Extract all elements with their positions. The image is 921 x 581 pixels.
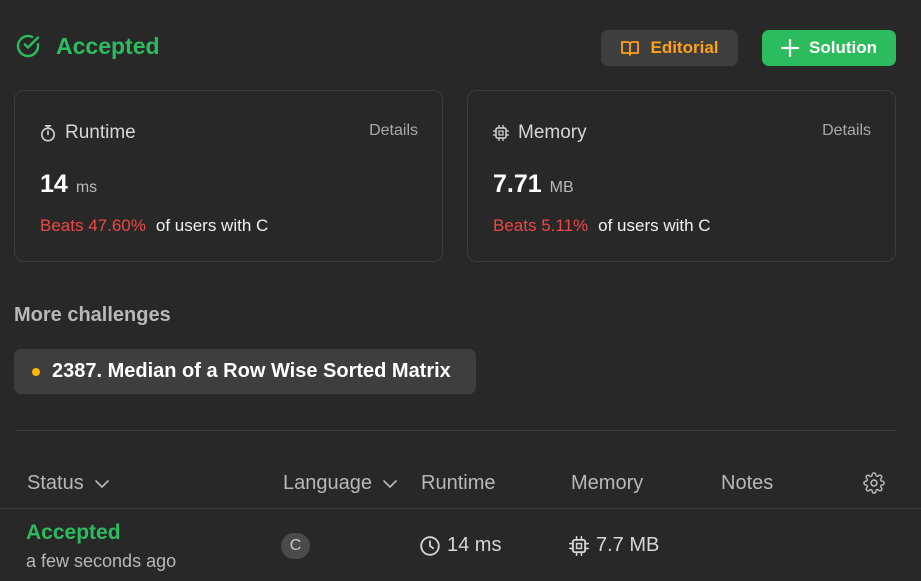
plus-icon <box>781 39 799 57</box>
runtime-details-link[interactable]: Details <box>369 122 418 140</box>
runtime-column-header: Runtime <box>421 472 495 495</box>
cpu-icon <box>569 535 589 556</box>
row-runtime: 14 ms <box>419 534 501 557</box>
runtime-beats: Beats 47.60% of users with C <box>40 216 268 236</box>
challenge-label: 2387. Median of a Row Wise Sorted Matrix <box>52 360 451 382</box>
more-challenges-title: More challenges <box>14 304 171 326</box>
memory-beats-suffix: of users with C <box>598 216 711 235</box>
runtime-unit: ms <box>75 179 98 196</box>
memory-column-header: Memory <box>571 472 643 495</box>
notes-column-header: Notes <box>721 472 773 495</box>
editorial-label: Editorial <box>650 38 719 57</box>
row-submitted-time: a few seconds ago <box>26 551 177 571</box>
solution-button[interactable]: Solution <box>762 30 896 66</box>
status-column-header[interactable]: Status <box>27 472 110 495</box>
challenge-item[interactable]: 2387. Median of a Row Wise Sorted Matrix <box>14 349 476 394</box>
memory-card: Memory Details 7.71 MB Beats 5.11% of us… <box>467 90 896 262</box>
memory-beats: Beats 5.11% of users with C <box>493 216 711 236</box>
memory-header-label: Memory <box>571 472 644 494</box>
runtime-title: Runtime <box>65 122 136 143</box>
memory-unit: MB <box>549 179 574 196</box>
settings-button[interactable] <box>863 472 885 499</box>
memory-title: Memory <box>518 122 587 143</box>
runtime-card: Runtime Details 14 ms Beats 47.60% of us… <box>14 90 443 262</box>
row-memory: 7.7 MB <box>568 534 659 557</box>
chevron-down-icon <box>383 479 397 488</box>
editorial-button[interactable]: Editorial <box>601 30 738 66</box>
section-divider <box>15 430 896 431</box>
runtime-beats-percent: Beats 47.60% <box>40 216 146 235</box>
table-header-divider <box>0 508 921 509</box>
chevron-down-icon <box>94 479 109 488</box>
solution-label: Solution <box>809 38 877 57</box>
memory-value: 7.71 MB <box>493 170 574 199</box>
notes-header-label: Notes <box>721 472 774 494</box>
row-status-link[interactable]: Accepted <box>26 521 121 545</box>
difficulty-dot <box>32 367 40 376</box>
book-icon <box>621 41 640 56</box>
stopwatch-icon <box>41 125 55 142</box>
memory-details-link[interactable]: Details <box>822 122 871 140</box>
language-badge: C <box>281 533 310 559</box>
status-header-label: Status <box>27 472 84 494</box>
language-column-header[interactable]: Language <box>283 472 398 495</box>
row-memory-value: 7.7 MB <box>596 534 660 556</box>
runtime-card-header: Runtime <box>39 122 136 144</box>
runtime-number: 14 <box>40 170 68 198</box>
memory-number: 7.71 <box>493 170 542 198</box>
row-runtime-value: 14 ms <box>447 534 502 556</box>
check-circle-icon <box>16 34 40 58</box>
memory-card-header: Memory <box>492 122 587 144</box>
gear-icon <box>863 472 885 494</box>
cpu-icon <box>492 124 510 142</box>
status-label: Accepted <box>56 32 160 59</box>
runtime-beats-suffix: of users with C <box>155 216 269 235</box>
language-header-label: Language <box>283 472 372 494</box>
memory-beats-percent: Beats 5.11% <box>493 216 589 235</box>
clock-icon <box>420 535 440 556</box>
runtime-header-label: Runtime <box>421 472 496 494</box>
submission-status: Accepted <box>14 32 160 60</box>
runtime-value: 14 ms <box>40 170 97 199</box>
